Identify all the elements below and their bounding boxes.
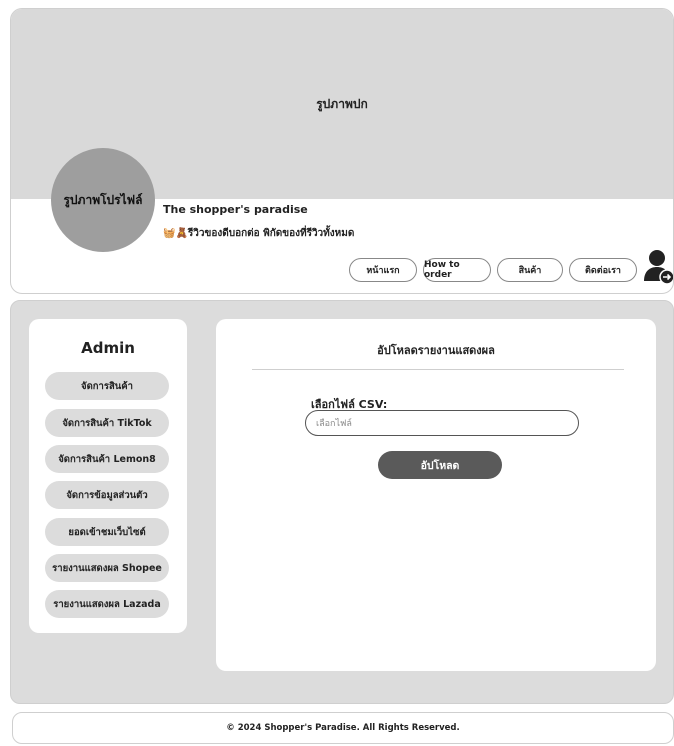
admin-sidebar: Admin จัดการสินค้า จัดการสินค้า TikTok จ… [29, 319, 187, 633]
profile-header: รูปภาพปก รูปภาพโปรไฟล์ The shopper's par… [10, 8, 674, 294]
title-divider [252, 369, 624, 370]
nav-contact-button[interactable]: ติดต่อเรา [569, 258, 637, 282]
profile-avatar: รูปภาพโปรไฟล์ [51, 148, 155, 252]
upload-report-card: อัปโหลดรายงานแสดงผล เลือกไฟล์ CSV: เลือก… [216, 319, 656, 671]
nav-home-button[interactable]: หน้าแรก [349, 258, 417, 282]
nav-products-button[interactable]: สินค้า [497, 258, 563, 282]
sidebar-item-manage-profile[interactable]: จัดการข้อมูลส่วนตัว [45, 481, 169, 509]
csv-file-input[interactable]: เลือกไฟล์ [305, 410, 579, 436]
sidebar-item-site-visits[interactable]: ยอดเข้าชมเว็บไซต์ [45, 518, 169, 546]
shop-name: The shopper's paradise [163, 203, 308, 216]
main-panel: Admin จัดการสินค้า จัดการสินค้า TikTok จ… [10, 300, 674, 704]
upload-button[interactable]: อัปโหลด [378, 451, 502, 479]
upload-report-title: อัปโหลดรายงานแสดงผล [377, 344, 495, 357]
footer: © 2024 Shopper's Paradise. All Rights Re… [12, 712, 674, 744]
copyright-text: © 2024 Shopper's Paradise. All Rights Re… [226, 723, 460, 733]
sidebar-item-manage-tiktok[interactable]: จัดการสินค้า TikTok [45, 409, 169, 437]
shop-tagline: 🧺🧸รีวิวของดีบอกต่อ พิกัดของที่รีวิวทั้งห… [163, 228, 355, 239]
sidebar-item-manage-products[interactable]: จัดการสินค้า [45, 372, 169, 400]
sidebar-item-shopee-report[interactable]: รายงานแสดงผล Shopee [45, 554, 169, 582]
sidebar-item-manage-lemon8[interactable]: จัดการสินค้า Lemon8 [45, 445, 169, 473]
user-account-icon[interactable] [643, 249, 674, 285]
csv-file-placeholder: เลือกไฟล์ [316, 419, 352, 429]
nav-how-to-order-button[interactable]: How to order [423, 258, 491, 282]
avatar-label: รูปภาพโปรไฟล์ [63, 192, 143, 207]
sidebar-title: Admin [81, 339, 135, 357]
cover-label: รูปภาพปก [316, 96, 368, 111]
sidebar-item-lazada-report[interactable]: รายงานแสดงผล Lazada [45, 590, 169, 618]
